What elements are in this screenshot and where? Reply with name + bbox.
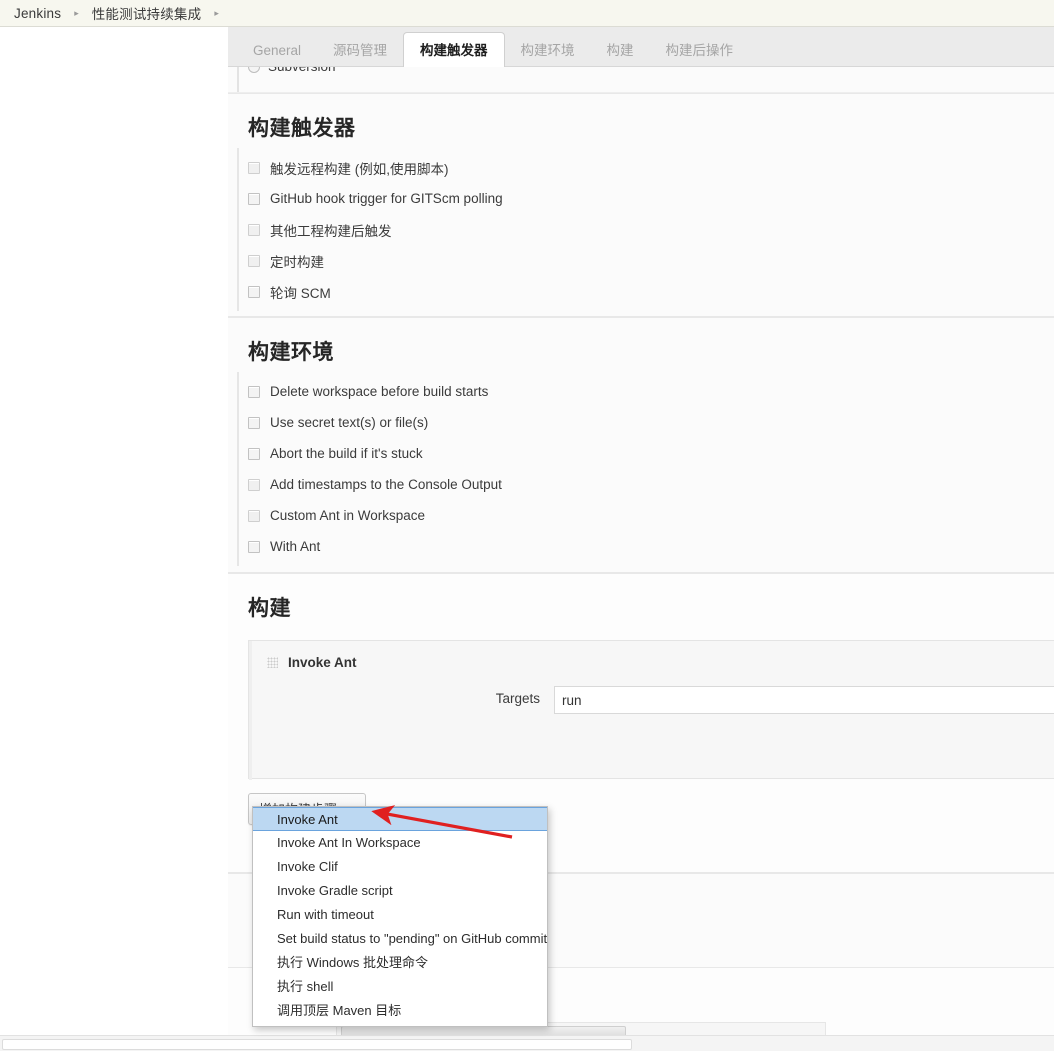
trigger-remote-build-label: 触发远程构建 (例如,使用脚本) [270, 161, 449, 177]
build-triggers-options: 触发远程构建 (例如,使用脚本) GitHub hook trigger for… [228, 148, 1054, 321]
dropdown-item-invoke-clif[interactable]: Invoke Clif [253, 855, 547, 879]
dropdown-item-invoke-ant-in-workspace[interactable]: Invoke Ant In Workspace [253, 831, 547, 855]
subversion-radio[interactable] [248, 67, 260, 73]
trigger-github-hook-label: GitHub hook trigger for GITScm polling [270, 191, 503, 206]
config-tab-bar: General 源码管理 构建触发器 构建环境 构建 构建后操作 [228, 27, 1054, 68]
trigger-github-hook-row[interactable]: GitHub hook trigger for GITScm polling [228, 183, 1054, 214]
breadcrumb-item-project[interactable]: 性能测试持续集成 [92, 3, 202, 23]
env-use-secret-text-row[interactable]: Use secret text(s) or file(s) [228, 407, 1054, 438]
section-build-triggers: 构建触发器 触发远程构建 (例如,使用脚本) GitHub hook trigg… [228, 93, 1054, 317]
section-title-build-environment: 构建环境 [248, 341, 334, 364]
tab-source-code-management[interactable]: 源码管理 [317, 34, 403, 67]
trigger-periodic-build-checkbox[interactable] [248, 254, 260, 267]
scm-subversion-row: Subversion [228, 67, 1054, 93]
targets-label: Targets [495, 691, 540, 706]
section-build-environment: 构建环境 Delete workspace before build start… [228, 317, 1054, 573]
env-abort-stuck-build-checkbox[interactable] [248, 447, 260, 460]
env-add-timestamps-label: Add timestamps to the Console Output [270, 477, 502, 492]
env-add-timestamps-checkbox[interactable] [248, 478, 260, 491]
env-custom-ant-workspace-label: Custom Ant in Workspace [270, 508, 426, 523]
trigger-after-other-projects-row[interactable]: 其他工程构建后触发 [228, 214, 1054, 245]
tab-post-build-actions[interactable]: 构建后操作 [650, 34, 750, 67]
trigger-after-other-projects-label: 其他工程构建后触发 [270, 223, 392, 239]
trigger-remote-build-row[interactable]: 触发远程构建 (例如,使用脚本) [228, 152, 1054, 183]
tab-build-environment[interactable]: 构建环境 [505, 34, 591, 67]
targets-input[interactable] [554, 686, 1054, 714]
build-step-title: Invoke Ant [288, 655, 357, 670]
env-delete-workspace-checkbox[interactable] [248, 385, 260, 398]
env-abort-stuck-build-row[interactable]: Abort the build if it's stuck [228, 438, 1054, 469]
tab-build-triggers[interactable]: 构建触发器 [403, 32, 505, 68]
sidebar-column [0, 27, 228, 1035]
dropdown-item-invoke-top-level-maven[interactable]: 调用顶层 Maven 目标 [253, 999, 547, 1023]
section-title-build: 构建 [248, 597, 291, 620]
section-rail [237, 67, 239, 92]
env-custom-ant-workspace-checkbox[interactable] [248, 509, 260, 522]
breadcrumb-separator-2[interactable]: ▸ [214, 8, 219, 19]
options-rail [237, 148, 239, 311]
env-delete-workspace-label: Delete workspace before build starts [270, 384, 489, 399]
breadcrumb-separator-1: ▸ [74, 7, 79, 18]
options-rail [237, 372, 239, 566]
jenkins-job-config-page: Jenkins ▸ 性能测试持续集成 ▸ General 源码管理 构建触发器 … [0, 0, 1054, 1051]
trigger-periodic-build-label: 定时构建 [270, 254, 324, 270]
env-with-ant-label: With Ant [270, 539, 321, 554]
window-bottom-scrollbar-thumb[interactable] [2, 1039, 632, 1050]
env-with-ant-checkbox[interactable] [248, 540, 260, 553]
section-title-build-triggers: 构建触发器 [248, 117, 356, 140]
breadcrumb-item-jenkins[interactable]: Jenkins [14, 6, 61, 21]
env-with-ant-row[interactable]: With Ant [228, 531, 1054, 562]
env-abort-stuck-build-label: Abort the build if it's stuck [270, 446, 423, 461]
trigger-after-other-projects-checkbox[interactable] [248, 223, 260, 236]
trigger-periodic-build-row[interactable]: 定时构建 [228, 245, 1054, 276]
dropdown-item-execute-shell[interactable]: 执行 shell [253, 975, 547, 999]
env-custom-ant-workspace-row[interactable]: Custom Ant in Workspace [228, 500, 1054, 531]
build-step-invoke-ant: Invoke Ant Targets [248, 640, 1054, 780]
panel-rail [249, 641, 252, 780]
env-delete-workspace-row[interactable]: Delete workspace before build starts [228, 376, 1054, 407]
trigger-poll-scm-row[interactable]: 轮询 SCM [228, 276, 1054, 307]
env-use-secret-text-checkbox[interactable] [248, 416, 260, 429]
build-step-dropdown-menu[interactable]: Invoke Ant Invoke Ant In Workspace Invok… [252, 806, 548, 1027]
trigger-remote-build-checkbox[interactable] [248, 161, 260, 174]
subversion-label: Subversion [268, 67, 336, 74]
build-environment-options: Delete workspace before build starts Use… [228, 372, 1054, 576]
trigger-github-hook-checkbox[interactable] [248, 192, 260, 205]
window-bottom-scrollbar[interactable] [0, 1035, 1054, 1051]
trigger-poll-scm-checkbox[interactable] [248, 285, 260, 298]
dropdown-item-invoke-ant[interactable]: Invoke Ant [253, 807, 547, 831]
env-add-timestamps-row[interactable]: Add timestamps to the Console Output [228, 469, 1054, 500]
env-use-secret-text-label: Use secret text(s) or file(s) [270, 415, 429, 430]
tab-build[interactable]: 构建 [591, 34, 650, 67]
dropdown-item-execute-windows-batch[interactable]: 执行 Windows 批处理命令 [253, 951, 547, 975]
tab-general[interactable]: General [237, 34, 317, 67]
dropdown-item-invoke-gradle-script[interactable]: Invoke Gradle script [253, 879, 547, 903]
breadcrumb: Jenkins ▸ 性能测试持续集成 ▸ [0, 0, 1054, 27]
drag-handle-icon[interactable] [267, 657, 278, 668]
dropdown-item-set-build-status-pending[interactable]: Set build status to "pending" on GitHub … [253, 927, 547, 951]
dropdown-item-run-with-timeout[interactable]: Run with timeout [253, 903, 547, 927]
trigger-poll-scm-label: 轮询 SCM [270, 285, 331, 301]
